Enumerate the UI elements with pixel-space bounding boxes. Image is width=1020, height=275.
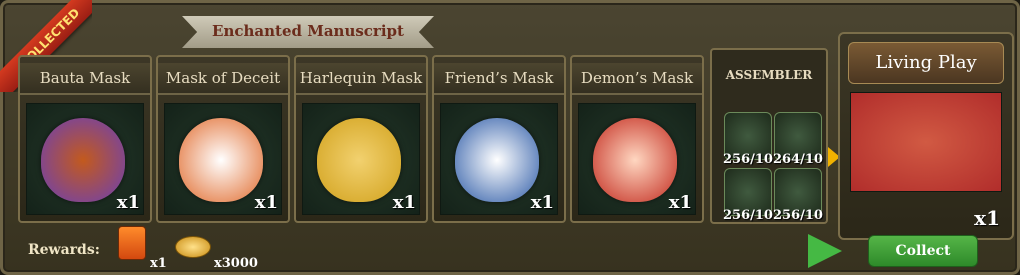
juice-quantity: x1 [150,256,167,271]
friends-mask-icon [455,118,539,202]
item-title: Mask of Deceit [158,63,288,95]
item-slot-deceit[interactable]: Mask of Deceit x1 [156,55,290,223]
item-slot-bauta[interactable]: Bauta Mask x1 [18,55,152,223]
item-title: Bauta Mask [20,63,150,95]
lens-ring-icon[interactable]: 256/10 [723,168,773,223]
juice-glass-icon [118,226,146,260]
eye-amulet-icon[interactable]: 264/10 [773,112,823,167]
collect-button[interactable]: Collect [868,235,978,267]
coin-quantity: x3000 [214,256,258,271]
assembler-panel: ASSEMBLER 256/10 264/10 256/10 256/10 [710,48,828,224]
assembler-count: 264/10 [773,152,823,167]
assembler-count: 256/10 [773,208,823,223]
coin-pile-icon [175,236,211,258]
item-slot-friend[interactable]: Friend’s Mask x1 [432,55,566,223]
rewards-label: Rewards: [28,242,100,258]
item-title: Demon’s Mask [572,63,702,95]
title-ribbon: Enchanted Manuscript [182,16,434,48]
result-title: Living Play [848,42,1004,84]
item-quantity: x1 [116,192,140,213]
demon-mask-icon [593,118,677,202]
item-title: Harlequin Mask [296,63,426,95]
harlequin-mask-icon [317,118,401,202]
gold-cube-icon[interactable]: 256/10 [773,168,823,223]
deceit-mask-icon [179,118,263,202]
assembler-title: ASSEMBLER [725,68,813,82]
item-slot-harlequin[interactable]: Harlequin Mask x1 [294,55,428,223]
rose-medallion-icon[interactable]: 256/10 [723,112,773,167]
item-slot-demon[interactable]: Demon’s Mask x1 [570,55,704,223]
item-quantity: x1 [254,192,278,213]
item-quantity: x1 [392,192,416,213]
collection-title: Enchanted Manuscript [212,22,404,40]
living-play-book-icon [850,92,1002,192]
item-title: Friend’s Mask [434,63,564,95]
play-icon[interactable] [808,234,842,268]
item-quantity: x1 [530,192,554,213]
item-quantity: x1 [668,192,692,213]
bauta-mask-icon [41,118,125,202]
result-quantity: x1 [974,206,1000,230]
result-slot[interactable]: Living Play x1 [838,32,1014,240]
